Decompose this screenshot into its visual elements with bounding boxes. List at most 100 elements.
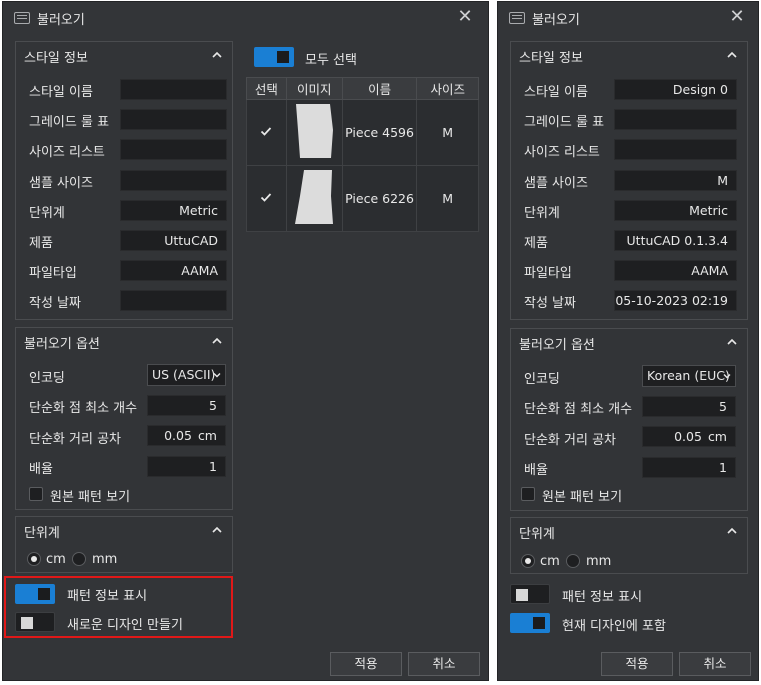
encoding-select[interactable]: US (ASCII): [147, 364, 226, 386]
chevron-up-icon[interactable]: [210, 523, 224, 537]
cm-label: cm: [46, 552, 66, 567]
tolerance-value: 0.05: [164, 428, 192, 443]
import-dialog-right: 불러오기 ✕ 스타일 정보 스타일 이름 Design 0 그레이드 룰 표 사…: [497, 1, 759, 681]
size-list-field[interactable]: [614, 139, 737, 160]
row-checkbox-cell[interactable]: [246, 99, 287, 166]
min-points-field[interactable]: 5: [642, 396, 736, 417]
style-info-panel: 스타일 정보 스타일 이름 그레이드 룰 표 사이즈 리스트 샘플 사이즈 단위…: [15, 41, 233, 320]
units-panel: 단위계 cm mm: [15, 516, 233, 573]
select-all-label: 모두 선택: [305, 53, 357, 68]
chevron-up-icon[interactable]: [725, 524, 739, 538]
close-button[interactable]: ✕: [454, 6, 476, 28]
cm-radio[interactable]: [521, 554, 535, 568]
file-type-field[interactable]: AAMA: [614, 260, 737, 281]
import-options-header[interactable]: 불러오기 옵션: [511, 329, 747, 357]
chevron-down-icon: [723, 374, 731, 379]
pattern-piece-thumbnail: [296, 104, 334, 158]
mm-radio[interactable]: [72, 552, 86, 566]
unit-system-label: 단위계: [524, 206, 560, 221]
title-bar: 불러오기 ✕: [3, 2, 488, 34]
product-label: 제품: [524, 236, 548, 251]
row-checkbox-cell[interactable]: [246, 165, 287, 232]
check-icon[interactable]: [259, 190, 273, 204]
toggle-knob: [277, 51, 289, 63]
cm-radio[interactable]: [27, 552, 41, 566]
cancel-button[interactable]: 취소: [408, 652, 480, 676]
size-list-label: 사이즈 리스트: [524, 145, 600, 160]
close-button[interactable]: ✕: [726, 6, 748, 28]
style-info-header[interactable]: 스타일 정보: [511, 42, 747, 70]
scale-label: 배율: [524, 463, 548, 478]
table-row[interactable]: Piece 6226 M: [246, 165, 479, 232]
include-current-design-toggle[interactable]: [510, 613, 550, 633]
piece-image-cell: [285, 165, 343, 232]
title-bar: 불러오기 ✕: [498, 2, 758, 34]
col-select[interactable]: 선택: [246, 77, 287, 100]
chevron-up-icon[interactable]: [725, 48, 739, 62]
mm-label: mm: [92, 552, 118, 567]
piece-size: M: [416, 165, 479, 232]
scale-field[interactable]: 1: [642, 457, 736, 478]
panel-title: 단위계: [519, 527, 555, 542]
piece-image-cell: [285, 99, 343, 166]
highlight-box: [4, 576, 233, 638]
import-options-header[interactable]: 불러오기 옵션: [16, 328, 232, 356]
size-list-field[interactable]: [120, 139, 227, 160]
piece-table: 선택 이미지 이름 사이즈 Piece 4596 M Piece 6226 M: [246, 77, 479, 232]
keyboard-icon: [14, 12, 30, 24]
created-date-field[interactable]: [120, 290, 227, 311]
encoding-value: US (ASCII): [152, 367, 216, 382]
min-points-field[interactable]: 5: [147, 395, 226, 416]
created-date-label: 작성 날짜: [524, 296, 576, 311]
units-header[interactable]: 단위계: [16, 517, 232, 545]
col-name[interactable]: 이름: [341, 77, 418, 100]
unit-system-field[interactable]: Metric: [614, 200, 737, 221]
chevron-up-icon[interactable]: [725, 335, 739, 349]
chevron-up-icon[interactable]: [210, 334, 224, 348]
grade-rule-field[interactable]: [120, 109, 227, 130]
cancel-button[interactable]: 취소: [679, 652, 751, 676]
mm-label: mm: [586, 554, 612, 569]
units-header[interactable]: 단위계: [511, 518, 747, 546]
encoding-value: Korean (EUC): [647, 368, 730, 383]
mm-radio[interactable]: [566, 554, 580, 568]
product-field[interactable]: UttuCAD 0.1.3.4: [614, 230, 737, 251]
toggle-knob: [533, 617, 545, 629]
include-current-design-label: 현재 디자인에 포함: [562, 619, 666, 634]
tolerance-unit: cm: [707, 429, 727, 444]
scale-label: 배율: [29, 462, 53, 477]
file-type-field[interactable]: AAMA: [120, 260, 227, 281]
show-original-label: 원본 패턴 보기: [50, 490, 131, 505]
table-row[interactable]: Piece 4596 M: [246, 99, 479, 166]
tolerance-field[interactable]: 0.05 cm: [642, 426, 736, 447]
select-all-toggle[interactable]: [254, 47, 294, 67]
col-image[interactable]: 이미지: [285, 77, 343, 100]
unit-system-field[interactable]: Metric: [120, 200, 227, 221]
col-size[interactable]: 사이즈: [416, 77, 479, 100]
created-date-field[interactable]: 05-10-2023 02:19: [614, 290, 737, 311]
show-original-checkbox[interactable]: [521, 487, 535, 501]
sample-size-field[interactable]: M: [614, 170, 737, 191]
check-icon[interactable]: [259, 124, 273, 138]
grade-rule-field[interactable]: [614, 109, 737, 130]
style-info-header[interactable]: 스타일 정보: [16, 42, 232, 70]
created-date-label: 작성 날짜: [29, 296, 81, 311]
show-original-checkbox[interactable]: [29, 487, 43, 501]
sample-size-field[interactable]: [120, 170, 227, 191]
tolerance-field[interactable]: 0.05 cm: [147, 425, 226, 446]
grade-rule-label: 그레이드 룰 표: [29, 115, 110, 130]
pattern-info-toggle[interactable]: [510, 584, 550, 604]
chevron-up-icon[interactable]: [210, 48, 224, 62]
pattern-info-label: 패턴 정보 표시: [562, 590, 643, 605]
style-name-field[interactable]: [120, 79, 227, 100]
style-name-field[interactable]: Design 0: [614, 79, 737, 100]
product-field[interactable]: UttuCAD: [120, 230, 227, 251]
scale-field[interactable]: 1: [147, 456, 226, 477]
encoding-select[interactable]: Korean (EUC): [642, 365, 736, 387]
show-original-label: 원본 패턴 보기: [542, 490, 623, 505]
keyboard-icon: [509, 12, 525, 24]
apply-button[interactable]: 적용: [601, 652, 673, 676]
panel-title: 스타일 정보: [24, 51, 88, 66]
apply-button[interactable]: 적용: [330, 652, 402, 676]
piece-name: Piece 4596: [341, 99, 418, 166]
